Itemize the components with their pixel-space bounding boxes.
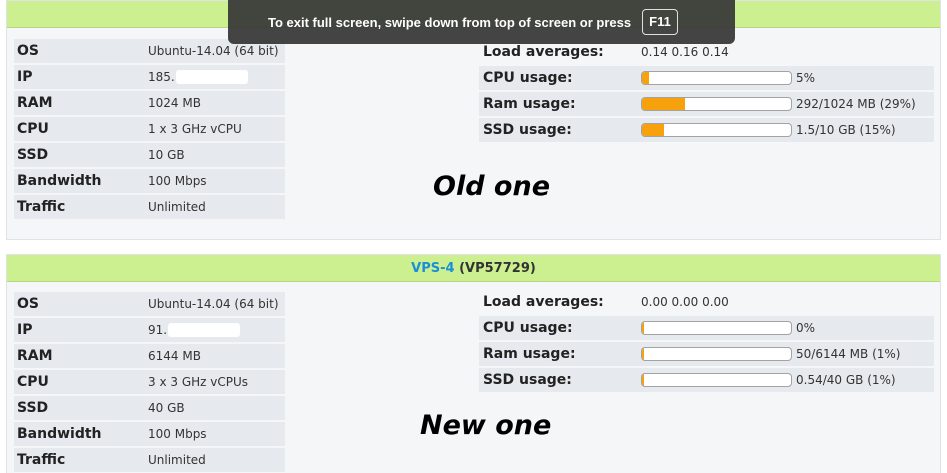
fullscreen-toast: To exit full screen, swipe down from top… xyxy=(228,0,735,44)
spec-key: RAM xyxy=(14,344,145,368)
spec-key: OS xyxy=(14,39,145,63)
ram-usage-bar xyxy=(641,347,792,362)
spec-value: 6144 MB xyxy=(145,344,285,368)
bar-fill xyxy=(642,348,645,361)
spec-row-ip: IP 185. xyxy=(14,65,285,89)
cpu-usage-bar xyxy=(641,71,792,86)
spec-value: Unlimited xyxy=(145,195,285,219)
f11-key-badge: F11 xyxy=(642,9,678,35)
ssd-usage-bar xyxy=(641,373,792,388)
spec-value-cell: 185. xyxy=(145,65,285,89)
spec-row-ram: RAM 6144 MB xyxy=(14,344,285,368)
spec-key: OS xyxy=(14,292,145,316)
usage-value-cell: 0% xyxy=(641,316,934,340)
spec-row-ip: IP 91. xyxy=(14,318,285,342)
load-averages-value: 0.00 0.00 0.00 xyxy=(641,295,729,309)
spec-key: Traffic xyxy=(14,448,145,472)
vps-code: (VP57729) xyxy=(459,261,536,276)
spec-value: 1 x 3 GHz vCPU xyxy=(145,117,285,141)
usage-table: Load averages: 0.00 0.00 0.00 CPU usage: 0… xyxy=(479,288,934,394)
usage-value: 0.54/40 GB (1%) xyxy=(796,372,896,387)
spec-key: CPU xyxy=(14,117,145,141)
usage-value: 0% xyxy=(796,320,816,335)
spec-value: 1024 MB xyxy=(145,91,285,115)
usage-value-cell: 292/1024 MB (29%) xyxy=(641,92,934,116)
cpu-usage-row: CPU usage: 5% xyxy=(479,66,934,90)
spec-value: 100 Mbps xyxy=(145,422,285,446)
spec-key: RAM xyxy=(14,91,145,115)
spec-row-bandwidth: Bandwidth 100 Mbps xyxy=(14,422,285,446)
ssd-usage-bar xyxy=(641,123,792,138)
cpu-usage-row: CPU usage: 0% xyxy=(479,316,934,340)
bar-fill xyxy=(642,374,645,387)
new-one-annotation: New one xyxy=(420,410,552,441)
fullscreen-message: To exit full screen, swipe down from top… xyxy=(268,14,632,30)
bar-fill xyxy=(642,124,665,137)
spec-row-cpu: CPU 1 x 3 GHz vCPU xyxy=(14,117,285,141)
usage-value-cell: 5% xyxy=(641,66,934,90)
ram-usage-row: Ram usage: 292/1024 MB (29%) xyxy=(479,92,934,116)
spec-key: CPU xyxy=(14,370,145,394)
ssd-usage-row: SSD usage: 0.54/40 GB (1%) xyxy=(479,368,934,392)
ram-usage-row: Ram usage: 50/6144 MB (1%) xyxy=(479,342,934,366)
spec-row-traffic: Traffic Unlimited xyxy=(14,195,285,219)
usage-value: 292/1024 MB (29%) xyxy=(796,96,916,111)
redaction-mark xyxy=(168,323,241,338)
spec-table: OS Ubuntu-14.04 (64 bit) IP 91. RAM 6144 MB… xyxy=(14,290,285,473)
load-averages-row: Load averages: 0.00 0.00 0.00 xyxy=(479,290,934,314)
usage-label: CPU usage: xyxy=(479,316,641,340)
spec-key: IP xyxy=(14,318,145,342)
usage-table: Load averages: 0.14 0.16 0.14 CPU usage: 5… xyxy=(479,38,934,144)
ram-usage-bar xyxy=(641,97,792,112)
usage-value-cell: 50/6144 MB (1%) xyxy=(641,342,934,366)
vps-name-link[interactable]: VPS-4 xyxy=(411,261,454,276)
usage-label: SSD usage: xyxy=(479,118,641,142)
usage-label: Ram usage: xyxy=(479,92,641,116)
redaction-mark xyxy=(175,70,248,85)
ssd-usage-row: SSD usage: 1.5/10 GB (15%) xyxy=(479,118,934,142)
usage-label: Load averages: xyxy=(483,294,604,310)
spec-table: OS Ubuntu-14.04 (64 bit) IP 185. RAM 1024 M… xyxy=(14,37,285,221)
usage-value-cell: 0.54/40 GB (1%) xyxy=(641,368,934,392)
usage-value: 5% xyxy=(796,70,816,85)
spec-value-cell: 91. xyxy=(145,318,285,342)
spec-row-bandwidth: Bandwidth 100 Mbps xyxy=(14,169,285,193)
spec-key: SSD xyxy=(14,143,145,167)
spec-key: Traffic xyxy=(14,195,145,219)
spec-value: 100 Mbps xyxy=(145,169,285,193)
usage-value: 1.5/10 GB (15%) xyxy=(796,122,896,137)
spec-row-ram: RAM 1024 MB xyxy=(14,91,285,115)
spec-value: Unlimited xyxy=(145,448,285,472)
spec-key: Bandwidth xyxy=(14,169,145,193)
usage-label: Ram usage: xyxy=(479,342,641,366)
spec-key: Bandwidth xyxy=(14,422,145,446)
spec-row-cpu: CPU 3 x 3 GHz vCPUs xyxy=(14,370,285,394)
ip-address: 185. xyxy=(148,69,175,84)
cpu-usage-bar xyxy=(641,321,792,336)
spec-key: SSD xyxy=(14,396,145,420)
spec-row-traffic: Traffic Unlimited xyxy=(14,448,285,472)
vps-header: VPS-4 (VP57729) xyxy=(7,255,940,282)
usage-value-cell: 1.5/10 GB (15%) xyxy=(641,118,934,142)
spec-row-ssd: SSD 40 GB xyxy=(14,396,285,420)
spec-row-os: OS Ubuntu-14.04 (64 bit) xyxy=(14,292,285,316)
spec-value: 3 x 3 GHz vCPUs xyxy=(145,370,285,394)
usage-label: CPU usage: xyxy=(479,66,641,90)
bar-fill xyxy=(642,322,645,335)
spec-value: Ubuntu-14.04 (64 bit) xyxy=(145,292,285,316)
spec-value: 40 GB xyxy=(145,396,285,420)
old-one-annotation: Old one xyxy=(433,171,551,202)
bar-fill xyxy=(642,72,650,85)
usage-value: 50/6144 MB (1%) xyxy=(796,346,901,361)
spec-value: 10 GB xyxy=(145,143,285,167)
spec-row-ssd: SSD 10 GB xyxy=(14,143,285,167)
usage-label: SSD usage: xyxy=(479,368,641,392)
spec-key: IP xyxy=(14,65,145,89)
bar-fill xyxy=(642,98,686,111)
ip-address: 91. xyxy=(148,322,168,337)
